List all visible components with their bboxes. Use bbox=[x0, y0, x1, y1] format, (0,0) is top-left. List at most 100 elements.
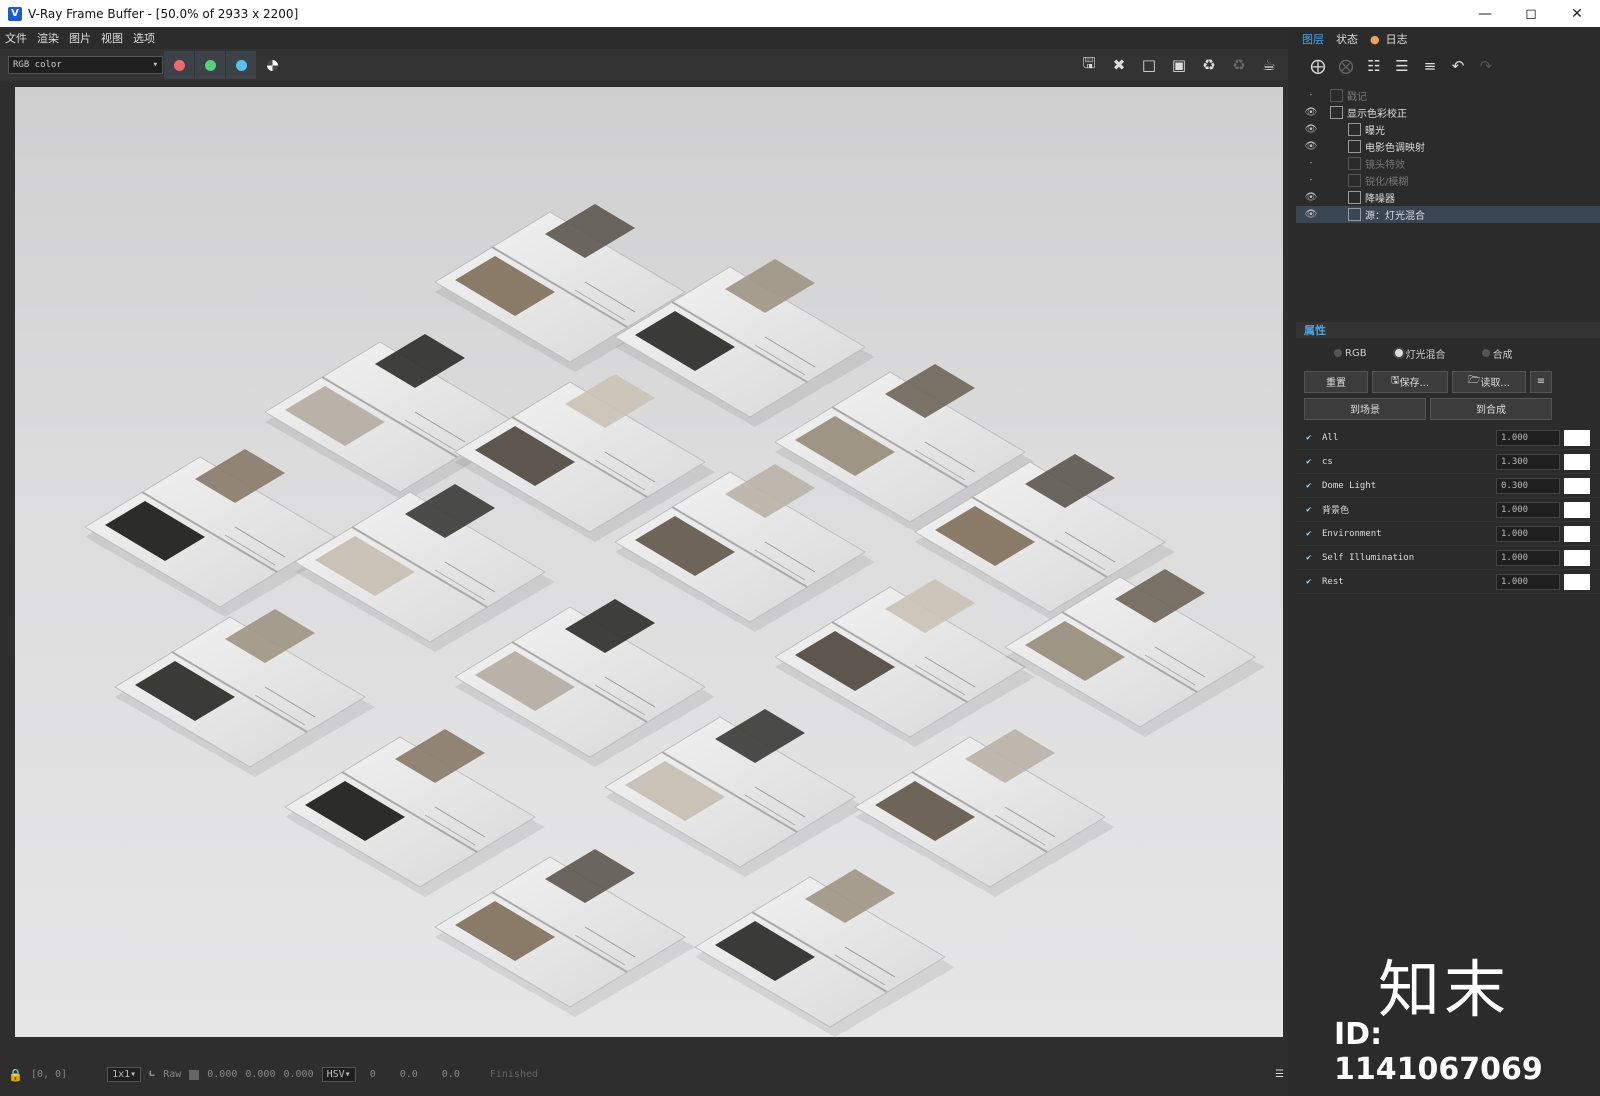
menu-image[interactable]: 图片 bbox=[64, 30, 96, 46]
layer-row[interactable]: 👁 电影色调映射 bbox=[1296, 138, 1600, 155]
tab-layers[interactable]: 图层 bbox=[1296, 31, 1330, 47]
save-image-icon[interactable]: 🖫 bbox=[1074, 51, 1104, 79]
eye-icon[interactable]: ⋅ bbox=[1302, 175, 1320, 186]
light-multiplier-input[interactable]: 0.300 bbox=[1496, 477, 1560, 494]
to-composite-button[interactable]: 到合成 bbox=[1430, 397, 1552, 420]
color-mode-select[interactable]: HSV ▾ bbox=[321, 1067, 356, 1082]
mode-rgb[interactable]: RGB bbox=[1334, 348, 1367, 359]
properties-header: 属性 bbox=[1296, 322, 1600, 338]
layer-row[interactable]: 👁 源：灯光混合 bbox=[1296, 206, 1600, 223]
eye-icon[interactable]: ⋅ bbox=[1302, 158, 1320, 169]
render-last-icon[interactable]: ♻ bbox=[1224, 51, 1254, 79]
light-color-swatch[interactable] bbox=[1564, 549, 1590, 566]
light-color-swatch[interactable] bbox=[1564, 501, 1590, 518]
render-image[interactable] bbox=[15, 87, 1283, 1037]
light-enabled-checkbox[interactable]: ✔ bbox=[1306, 529, 1316, 539]
mono-channel-button[interactable] bbox=[257, 51, 287, 79]
eye-icon[interactable]: ⋅ bbox=[1302, 90, 1320, 101]
layer-type-icon bbox=[1348, 208, 1361, 221]
options-list-icon[interactable]: ≡ bbox=[1530, 370, 1552, 393]
layer-tree: ⋅ 戳记 👁 显示色彩校正 👁 曝光 👁 电影色调映射 ⋅ 镜头特效 ⋅ 锐化/模糊 👁 降噪器 👁 源：灯光… bbox=[1296, 87, 1600, 223]
radio-rgb[interactable] bbox=[1334, 349, 1342, 357]
watermark-brand: 知末 bbox=[1378, 953, 1511, 1026]
light-color-swatch[interactable] bbox=[1564, 477, 1590, 494]
magazine-image bbox=[854, 729, 1115, 897]
zoom-select[interactable]: 1x1 ▾ bbox=[107, 1067, 142, 1082]
radio-lightmix[interactable] bbox=[1394, 349, 1403, 357]
add-layer-icon[interactable]: ⨁ bbox=[1304, 54, 1332, 78]
render-teapot-icon[interactable]: ☕ bbox=[1254, 51, 1284, 79]
save-button[interactable]: 🖫 保存... bbox=[1372, 370, 1448, 393]
interactive-render-icon[interactable]: ♻ bbox=[1194, 51, 1224, 79]
close-button[interactable]: ✕ bbox=[1554, 0, 1600, 27]
pick-icon[interactable]: ∟ bbox=[149, 1069, 155, 1080]
layer-row[interactable]: 👁 降噪器 bbox=[1296, 189, 1600, 206]
radio-composite[interactable] bbox=[1481, 349, 1490, 357]
layer-label: 电影色调映射 bbox=[1365, 143, 1425, 154]
reset-button[interactable]: 重置 bbox=[1304, 370, 1368, 393]
layer-label: 锐化/模糊 bbox=[1365, 177, 1409, 188]
panel-splitter[interactable] bbox=[1288, 27, 1296, 1096]
light-enabled-checkbox[interactable]: ✔ bbox=[1306, 457, 1316, 467]
menu-view[interactable]: 视图 bbox=[96, 30, 128, 46]
to-scene-button[interactable]: 到场景 bbox=[1304, 397, 1426, 420]
cursor-coords: [0, 0] bbox=[30, 1069, 68, 1080]
eye-icon[interactable]: 👁 bbox=[1302, 192, 1320, 203]
mode-composite[interactable]: 合成 bbox=[1481, 346, 1513, 361]
light-mix-row: ✔ Rest 1.000 bbox=[1296, 570, 1600, 594]
layer-row[interactable]: ⋅ 戳记 bbox=[1296, 87, 1600, 104]
channel-select-value: RGB color bbox=[13, 60, 62, 70]
tab-stats[interactable]: 状态 bbox=[1330, 31, 1364, 47]
light-multiplier-input[interactable]: 1.300 bbox=[1496, 453, 1560, 470]
light-multiplier-input[interactable]: 1.000 bbox=[1496, 573, 1560, 590]
menu-bar: 文件 渲染 图片 视图 选项 bbox=[0, 27, 1320, 49]
light-enabled-checkbox[interactable]: ✔ bbox=[1306, 505, 1316, 515]
eye-icon[interactable]: 👁 bbox=[1302, 107, 1320, 118]
track-mouse-icon[interactable]: ▣ bbox=[1164, 51, 1194, 79]
light-color-swatch[interactable] bbox=[1564, 453, 1590, 470]
channel-select[interactable]: RGB color ▾ bbox=[8, 56, 163, 74]
layer-row[interactable]: ⋅ 镜头特效 bbox=[1296, 155, 1600, 172]
layer-label: 曝光 bbox=[1365, 126, 1385, 137]
menu-render[interactable]: 渲染 bbox=[32, 30, 64, 46]
panel-toggle-icon[interactable]: ☰ bbox=[1275, 1069, 1284, 1080]
eye-icon[interactable]: 👁 bbox=[1302, 209, 1320, 220]
light-color-swatch[interactable] bbox=[1564, 525, 1590, 542]
lock-icon[interactable]: 🔒 bbox=[8, 1068, 23, 1082]
light-multiplier-input[interactable]: 1.000 bbox=[1496, 429, 1560, 446]
light-enabled-checkbox[interactable]: ✔ bbox=[1306, 481, 1316, 491]
light-color-swatch[interactable] bbox=[1564, 429, 1590, 446]
load-layers-icon[interactable]: ☰ bbox=[1388, 54, 1416, 78]
tab-log[interactable]: 日志 bbox=[1380, 31, 1414, 47]
layer-row[interactable]: 👁 曝光 bbox=[1296, 121, 1600, 138]
layer-list-icon[interactable]: ≡ bbox=[1416, 54, 1444, 78]
light-enabled-checkbox[interactable]: ✔ bbox=[1306, 553, 1316, 563]
region-render-icon[interactable]: □ bbox=[1134, 51, 1164, 79]
light-name: Dome Light bbox=[1322, 480, 1377, 491]
maximize-button[interactable]: ◻ bbox=[1508, 0, 1554, 27]
light-color-swatch[interactable] bbox=[1564, 573, 1590, 590]
layers-panel: 图层 状态 ● 日志 ⨁ ⨂ ☷ ☰ ≡ ↶ ↷ ⋅ 戳记 👁 显示色彩校正 👁 曝光 👁 电… bbox=[1296, 27, 1600, 1096]
blue-channel-button[interactable] bbox=[226, 51, 256, 79]
undo-icon[interactable]: ↶ bbox=[1444, 54, 1472, 78]
clear-image-icon[interactable]: ✖ bbox=[1104, 51, 1134, 79]
light-multiplier-input[interactable]: 1.000 bbox=[1496, 501, 1560, 518]
delete-layer-icon[interactable]: ⨂ bbox=[1332, 54, 1360, 78]
eye-icon[interactable]: 👁 bbox=[1302, 141, 1320, 152]
menu-file[interactable]: 文件 bbox=[0, 30, 32, 46]
red-channel-button[interactable] bbox=[164, 51, 194, 79]
mode-lightmix[interactable]: 灯光混合 bbox=[1394, 346, 1446, 361]
eye-icon[interactable]: 👁 bbox=[1302, 124, 1320, 135]
menu-options[interactable]: 选项 bbox=[128, 30, 160, 46]
minimize-button[interactable]: — bbox=[1462, 0, 1508, 27]
save-layers-icon[interactable]: ☷ bbox=[1360, 54, 1388, 78]
light-multiplier-input[interactable]: 1.000 bbox=[1496, 525, 1560, 542]
light-enabled-checkbox[interactable]: ✔ bbox=[1306, 433, 1316, 443]
light-enabled-checkbox[interactable]: ✔ bbox=[1306, 577, 1316, 587]
green-channel-button[interactable] bbox=[195, 51, 225, 79]
layer-row[interactable]: 👁 显示色彩校正 bbox=[1296, 104, 1600, 121]
light-multiplier-input[interactable]: 1.000 bbox=[1496, 549, 1560, 566]
load-button[interactable]: 🗁 读取... bbox=[1452, 370, 1526, 393]
redo-icon[interactable]: ↷ bbox=[1472, 54, 1500, 78]
layer-row[interactable]: ⋅ 锐化/模糊 bbox=[1296, 172, 1600, 189]
